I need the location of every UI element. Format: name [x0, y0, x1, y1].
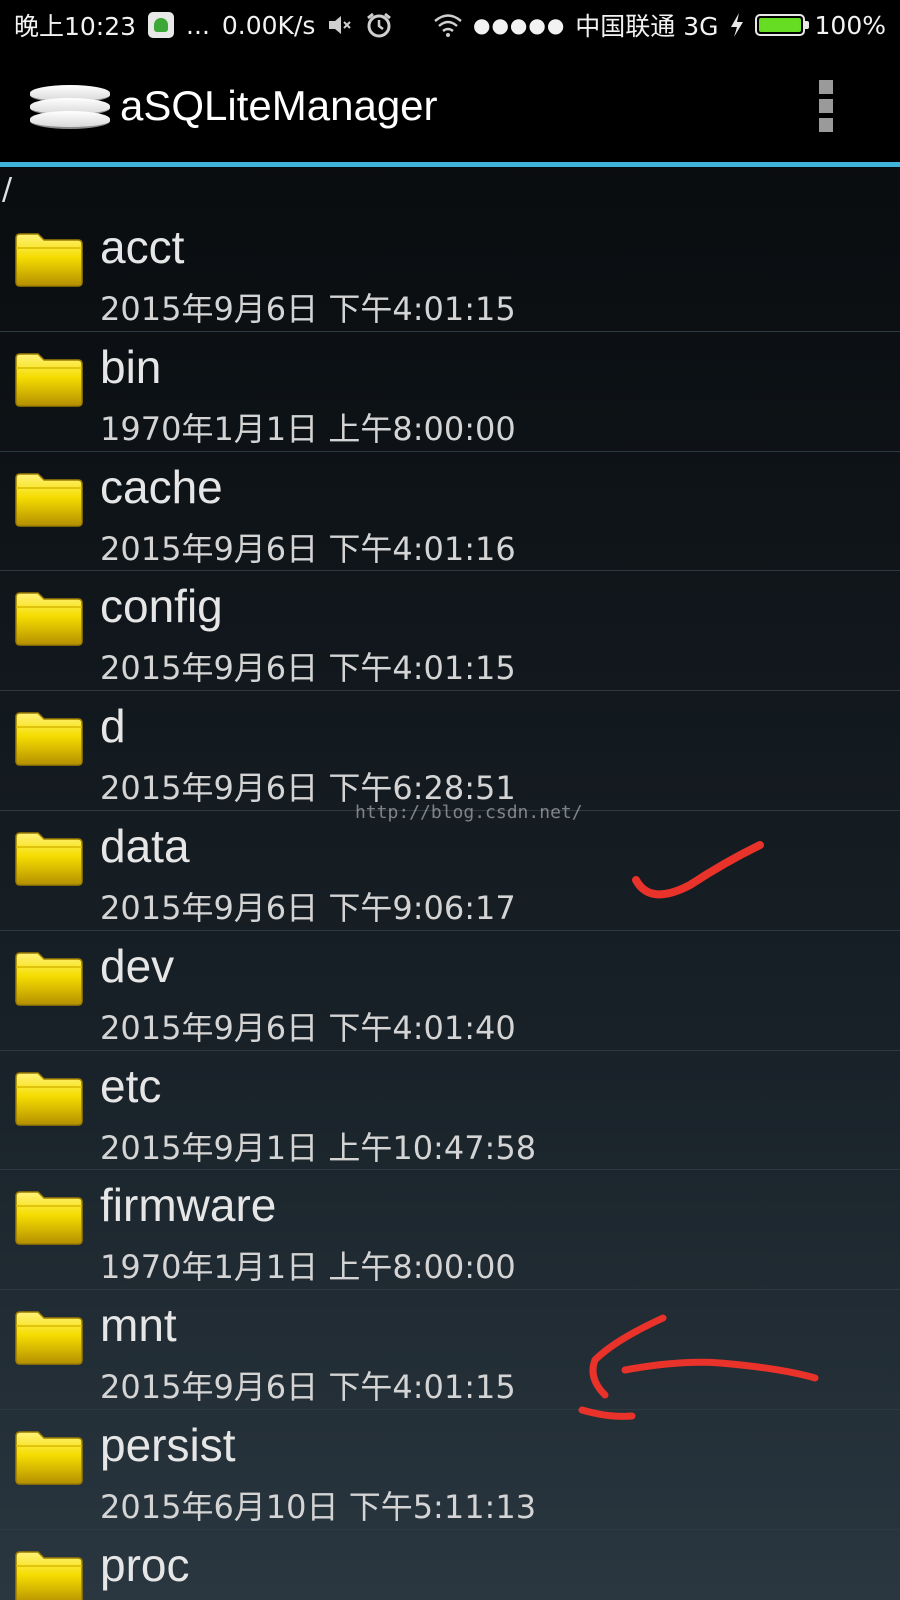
- folder-row-firmware[interactable]: firmware 1970年1月1日 上午8:00:00: [0, 1170, 900, 1291]
- android-notification-icon: [148, 12, 175, 38]
- folder-icon: [15, 233, 83, 287]
- folder-icon: [15, 353, 83, 407]
- folder-name: persist: [100, 1418, 236, 1471]
- folder-date: 2015年9月6日 下午9:06:17: [100, 888, 516, 927]
- status-more: ...: [186, 10, 210, 40]
- watermark: http://blog.csdn.net/: [355, 802, 583, 823]
- folder-icon: [15, 1071, 83, 1126]
- folder-icon: [15, 952, 83, 1006]
- folder-row-proc[interactable]: proc: [0, 1530, 900, 1600]
- folder-row-config[interactable]: config 2015年9月6日 下午4:01:15: [0, 571, 900, 692]
- app-title: aSQLiteManager: [120, 82, 438, 129]
- folder-name: firmware: [100, 1179, 277, 1232]
- folder-name: config: [100, 580, 223, 633]
- folder-row-d[interactable]: d 2015年9月6日 下午6:28:51: [0, 691, 900, 811]
- database-icon: [30, 81, 110, 131]
- folder-row-cache[interactable]: cache 2015年9月6日 下午4:01:16: [0, 452, 900, 572]
- folder-name: dev: [100, 939, 175, 992]
- battery-level: [758, 18, 801, 32]
- folder-name: etc: [100, 1059, 162, 1112]
- folder-name: mnt: [100, 1299, 177, 1352]
- action-bar-divider: [0, 162, 900, 167]
- folder-icon: [15, 1431, 83, 1485]
- folder-date: 1970年1月1日 上午8:00:00: [100, 409, 516, 448]
- folder-row-persist[interactable]: persist 2015年6月10日 下午5:11:13: [0, 1410, 900, 1530]
- folder-row-bin[interactable]: bin 1970年1月1日 上午8:00:00: [0, 332, 900, 452]
- folder-icon: [15, 1191, 83, 1246]
- folder-date: 1970年1月1日 上午8:00:00: [100, 1248, 516, 1287]
- screen: 晚上10:23 ... 0.00K/s ●●●●● 中国联通 3G 100% a…: [0, 0, 900, 1600]
- status-bar: 晚上10:23 ... 0.00K/s ●●●●● 中国联通 3G 100%: [0, 0, 900, 50]
- overflow-menu-icon[interactable]: [812, 80, 840, 132]
- folder-icon: [15, 1311, 83, 1365]
- folder-date: 2015年9月6日 下午4:01:40: [100, 1008, 516, 1047]
- folder-name: cache: [100, 460, 223, 513]
- folder-row-data[interactable]: data 2015年9月6日 下午9:06:17: [0, 811, 900, 931]
- wifi-icon: [434, 14, 462, 37]
- folder-date: 2015年9月6日 下午4:01:15: [100, 649, 516, 688]
- folder-name: d: [100, 700, 126, 753]
- folder-name: proc: [100, 1538, 190, 1591]
- folder-icon: [15, 472, 83, 527]
- folder-name: bin: [100, 340, 162, 393]
- battery-percent: 100%: [814, 10, 886, 40]
- action-bar: aSQLiteManager: [0, 50, 900, 162]
- folder-icon: [15, 712, 83, 766]
- folder-date: 2015年9月6日 下午4:01:15: [100, 290, 516, 328]
- charging-icon: [730, 13, 743, 37]
- net-speed: 0.00K/s: [221, 10, 316, 40]
- file-list[interactable]: acct 2015年9月6日 下午4:01:15 bin 1970年1月1日 上…: [0, 212, 900, 1600]
- folder-name: acct: [100, 221, 185, 273]
- folder-icon: [15, 592, 83, 647]
- battery-icon: [754, 14, 809, 36]
- folder-row-etc[interactable]: etc 2015年9月1日 上午10:47:58: [0, 1051, 900, 1171]
- folder-row-dev[interactable]: dev 2015年9月6日 下午4:01:40: [0, 931, 900, 1051]
- folder-icon: [15, 832, 83, 886]
- mute-icon: [329, 16, 352, 34]
- signal-strength-icon: ●●●●●: [473, 13, 566, 37]
- folder-icon: [15, 1551, 83, 1600]
- folder-row-acct[interactable]: acct 2015年9月6日 下午4:01:15: [0, 212, 900, 332]
- folder-date: 2015年6月10日 下午5:11:13: [100, 1487, 537, 1526]
- carrier-name: 中国联通 3G: [575, 12, 719, 41]
- folder-date: 2015年9月1日 上午10:47:58: [100, 1128, 537, 1167]
- folder-name: data: [100, 819, 190, 872]
- status-time: 晚上10:23: [14, 12, 137, 41]
- folder-date: 2015年9月6日 下午4:01:15: [100, 1368, 516, 1407]
- folder-date: 2015年9月6日 下午4:01:16: [100, 529, 516, 568]
- alarm-icon: [367, 12, 392, 38]
- folder-row-mnt[interactable]: mnt 2015年9月6日 下午4:01:15: [0, 1290, 900, 1410]
- current-path: /: [2, 172, 13, 207]
